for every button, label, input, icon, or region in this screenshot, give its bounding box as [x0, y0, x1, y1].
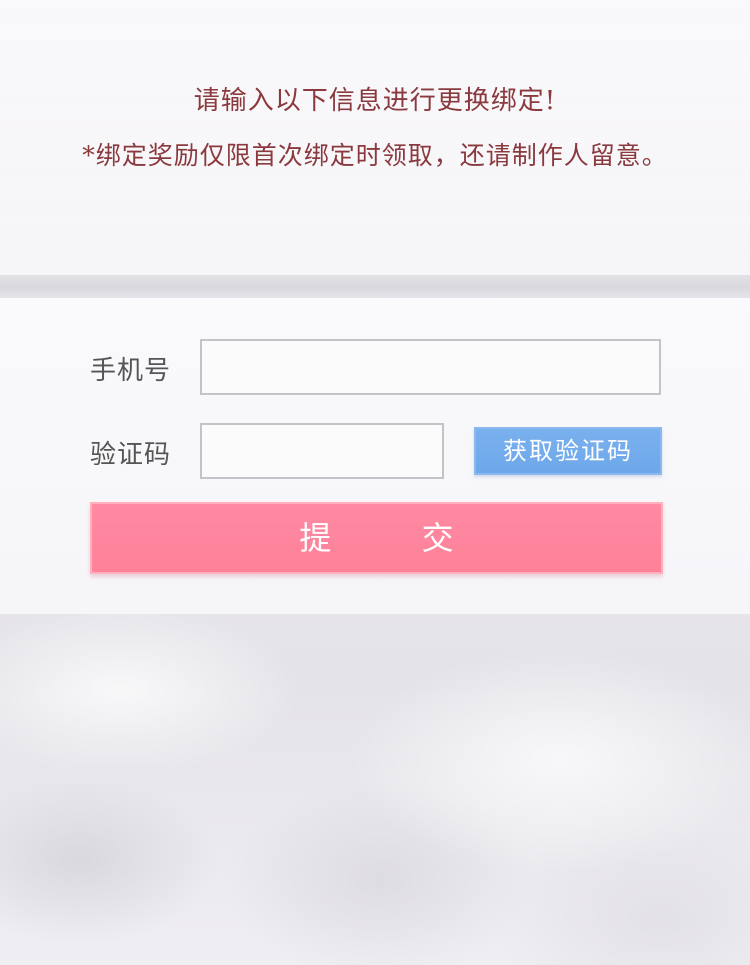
- get-code-button[interactable]: 获取验证码: [474, 427, 662, 475]
- submit-button[interactable]: 提 交: [90, 502, 663, 574]
- phone-input[interactable]: [200, 339, 661, 395]
- phone-label: 手机号: [90, 356, 172, 386]
- notice-panel: 请输入以下信息进行更换绑定! *绑定奖励仅限首次绑定时领取，还请制作人留意。: [0, 0, 750, 276]
- verification-code-input[interactable]: [200, 423, 444, 479]
- separator-band: [0, 276, 750, 298]
- code-label: 验证码: [90, 440, 172, 470]
- notice-reward-note: *绑定奖励仅限首次绑定时领取，还请制作人留意。: [82, 141, 668, 170]
- notice-title: 请输入以下信息进行更换绑定!: [193, 86, 557, 116]
